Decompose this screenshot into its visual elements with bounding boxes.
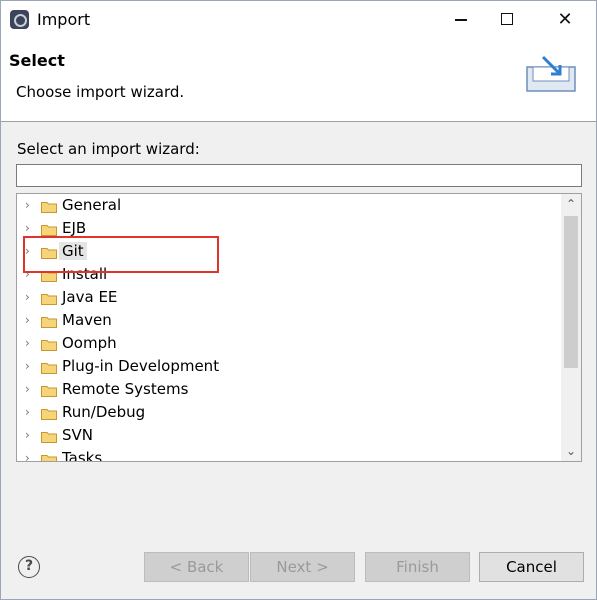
folder-icon <box>41 317 57 328</box>
expand-arrow-icon[interactable]: › <box>25 405 30 419</box>
expand-arrow-icon[interactable]: › <box>25 359 30 373</box>
expand-arrow-icon[interactable]: › <box>25 198 30 212</box>
tree-item-java-ee[interactable]: › Java EE <box>17 287 557 310</box>
wizard-filter-input[interactable] <box>16 164 582 187</box>
tree-item-label: Oomph <box>62 334 117 352</box>
tree-item-label: Tasks <box>62 449 103 462</box>
tree-item-plug-in-development[interactable]: › Plug-in Development <box>17 356 557 379</box>
folder-icon <box>41 225 57 236</box>
expand-arrow-icon[interactable]: › <box>25 267 30 281</box>
tree-item-label: Java EE <box>62 288 118 306</box>
expand-arrow-icon[interactable]: › <box>25 244 30 258</box>
page-description: Choose import wizard. <box>16 83 185 101</box>
expand-arrow-icon[interactable]: › <box>25 451 30 461</box>
tree-item-svn[interactable]: › SVN <box>17 425 557 448</box>
scroll-thumb[interactable] <box>564 216 578 368</box>
scroll-down-icon[interactable]: ⌄ <box>561 441 581 461</box>
folder-icon <box>41 455 57 461</box>
tree-item-oomph[interactable]: › Oomph <box>17 333 557 356</box>
import-dialog: Import ✕ Select Choose import wizard. Se… <box>0 0 597 600</box>
tree-item-label: SVN <box>62 426 94 444</box>
tree-item-label: EJB <box>62 219 87 237</box>
folder-icon <box>41 294 57 305</box>
expand-arrow-icon[interactable]: › <box>25 336 30 350</box>
tree-item-general[interactable]: › General <box>17 195 557 218</box>
tree-item-label: Install <box>62 265 108 283</box>
filter-label: Select an import wizard: <box>17 140 200 158</box>
tree-item-remote-systems[interactable]: › Remote Systems <box>17 379 557 402</box>
tree-item-install[interactable]: › Install <box>17 264 557 287</box>
tree-item-ejb[interactable]: › EJB <box>17 218 557 241</box>
page-title: Select <box>9 51 65 70</box>
finish-button[interactable]: Finish <box>365 552 470 582</box>
folder-icon <box>41 248 57 259</box>
close-button[interactable]: ✕ <box>542 1 588 39</box>
folder-icon <box>41 271 57 282</box>
eclipse-icon <box>10 10 29 29</box>
folder-icon <box>41 363 57 374</box>
folder-icon <box>41 432 57 443</box>
help-icon[interactable]: ? <box>18 556 40 578</box>
back-button[interactable]: < Back <box>144 552 249 582</box>
folder-icon <box>41 202 57 213</box>
import-wizard-icon <box>526 55 576 92</box>
folder-icon <box>41 340 57 351</box>
folder-icon <box>41 409 57 420</box>
tree-item-maven[interactable]: › Maven <box>17 310 557 333</box>
tree-item-label: Plug-in Development <box>62 357 220 375</box>
window-title: Import <box>37 10 91 29</box>
tree-item-label: Run/Debug <box>62 403 146 421</box>
tree-item-git[interactable]: › Git <box>17 241 557 264</box>
wizard-tree: › General › EJB › Git › Install › Java E… <box>16 193 582 462</box>
maximize-icon <box>501 12 513 25</box>
minimize-button[interactable] <box>438 1 484 39</box>
expand-arrow-icon[interactable]: › <box>25 428 30 442</box>
expand-arrow-icon[interactable]: › <box>25 290 30 304</box>
expand-arrow-icon[interactable]: › <box>25 221 30 235</box>
maximize-button[interactable] <box>484 1 530 39</box>
title-bar: Import ✕ <box>1 1 596 39</box>
next-button[interactable]: Next > <box>250 552 355 582</box>
expand-arrow-icon[interactable]: › <box>25 313 30 327</box>
wizard-banner: Select Choose import wizard. <box>1 39 596 122</box>
tree-item-tasks[interactable]: › Tasks <box>17 448 557 462</box>
folder-icon <box>41 386 57 397</box>
tree-item-run-debug[interactable]: › Run/Debug <box>17 402 557 425</box>
tree-item-label: General <box>62 196 122 214</box>
minimize-icon <box>455 19 467 21</box>
expand-arrow-icon[interactable]: › <box>25 382 30 396</box>
tree-item-label: Remote Systems <box>62 380 189 398</box>
tree-item-label: Git <box>59 242 87 260</box>
cancel-button[interactable]: Cancel <box>479 552 584 582</box>
tree-item-label: Maven <box>62 311 112 329</box>
scroll-up-icon[interactable]: ⌃ <box>561 194 581 214</box>
tree-scrollbar[interactable]: ⌃ ⌄ <box>561 194 581 461</box>
